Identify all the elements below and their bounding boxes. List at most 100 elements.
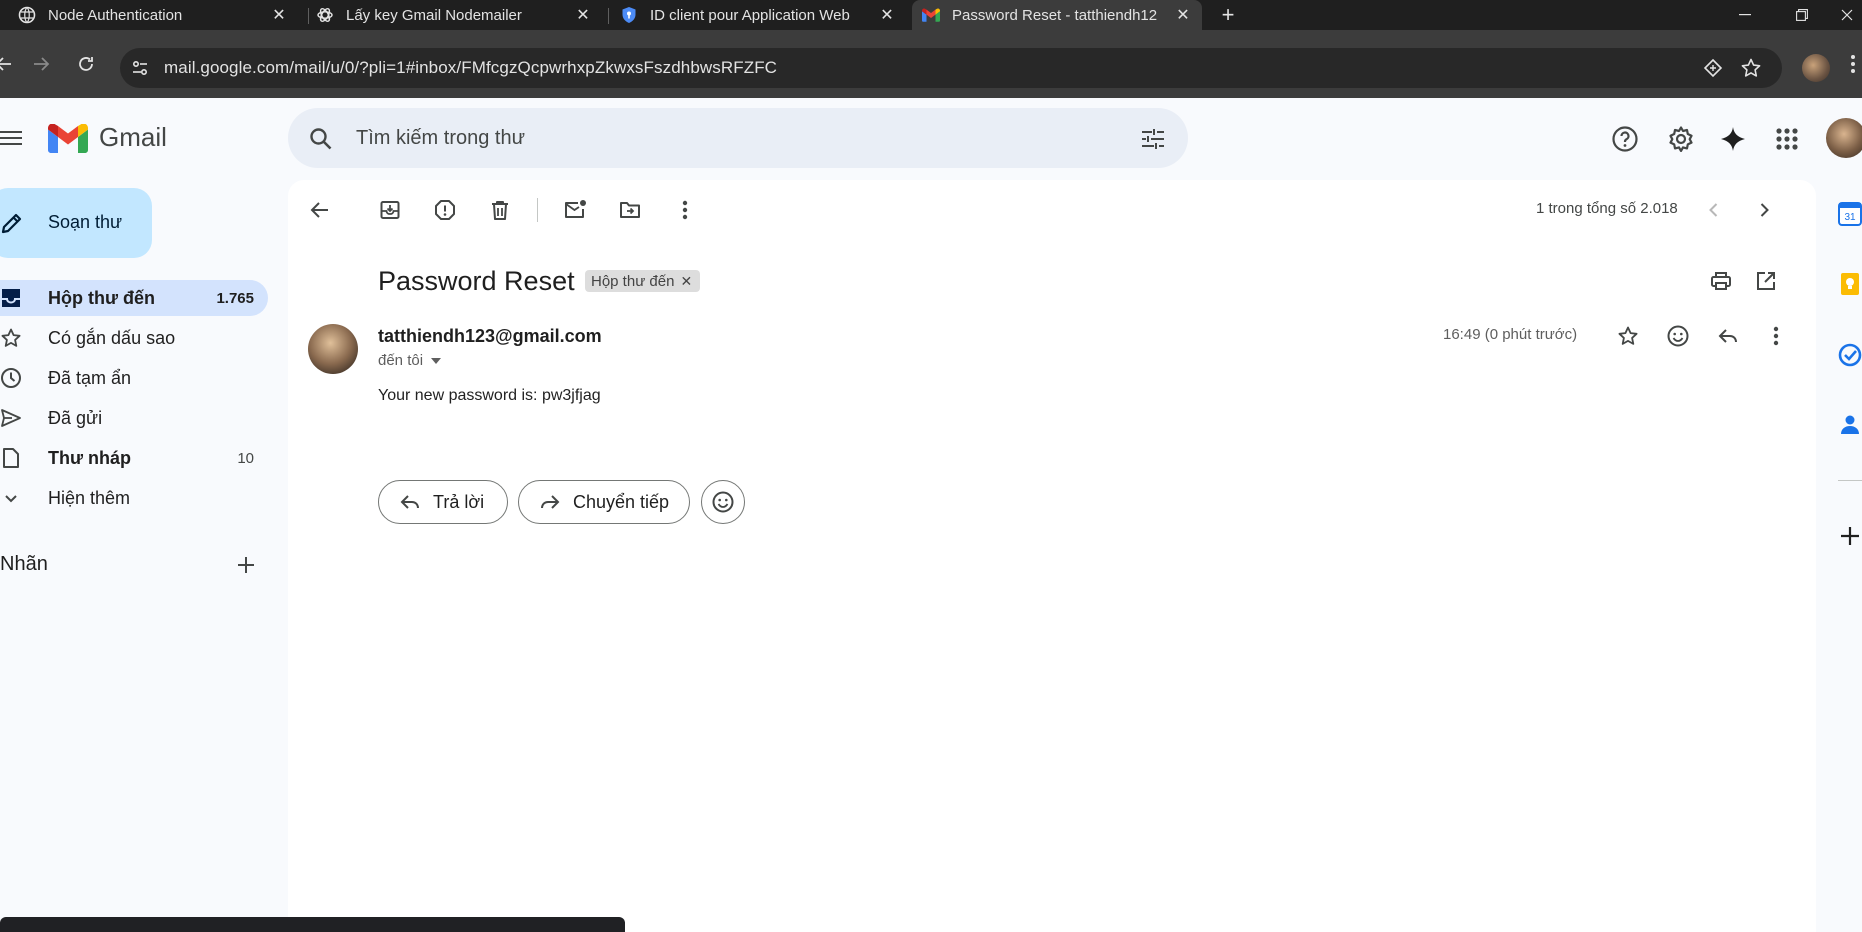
gemini-sparkle-icon[interactable] <box>1718 124 1748 154</box>
close-window-icon[interactable] <box>1832 0 1862 30</box>
keep-notes-icon[interactable] <box>1838 272 1862 296</box>
search-input[interactable] <box>356 108 1056 168</box>
apps-grid-icon[interactable] <box>1772 124 1802 154</box>
star-message-icon[interactable] <box>1615 323 1641 349</box>
open-in-new-window-icon[interactable] <box>1753 268 1779 294</box>
help-icon[interactable] <box>1610 124 1640 154</box>
archive-icon[interactable] <box>377 197 403 223</box>
browser-menu-icon[interactable] <box>1850 54 1862 82</box>
mark-unread-icon[interactable] <box>562 197 588 223</box>
settings-gear-icon[interactable] <box>1666 124 1696 154</box>
browser-profile-avatar[interactable] <box>1802 54 1830 82</box>
gmail-logo[interactable] <box>48 123 88 154</box>
recipient-text: đến tôi <box>378 352 424 369</box>
more-options-icon[interactable] <box>672 197 698 223</box>
move-to-folder-icon[interactable] <box>617 197 643 223</box>
clock-icon <box>0 367 22 389</box>
forward-arrow-icon[interactable] <box>27 50 55 78</box>
translate-icon[interactable] <box>1702 57 1724 79</box>
forward-label: Chuyển tiếp <box>573 491 670 512</box>
site-info-icon[interactable] <box>130 58 150 78</box>
email-subject: Password Reset <box>378 266 575 296</box>
nav-item-starred[interactable]: Có gắn dấu sao <box>0 320 268 356</box>
back-arrow-icon[interactable] <box>0 50 18 78</box>
report-spam-icon[interactable] <box>432 197 458 223</box>
chip-label: Hộp thư đến <box>591 272 675 290</box>
message-panel: 1 trong tổng số 2.018 Password Reset Hộp… <box>288 180 1816 932</box>
nav-item-snoozed[interactable]: Đã tạm ẩn <box>0 360 268 396</box>
reload-icon[interactable] <box>72 50 100 78</box>
bottom-status-bar <box>0 917 625 932</box>
nav-item-more[interactable]: Hiện thêm <box>0 480 268 516</box>
browser-tab-node-authentication[interactable]: Node Authentication ✕ <box>18 0 298 30</box>
new-tab-button[interactable]: + <box>1216 2 1240 27</box>
search-icon[interactable] <box>308 126 334 152</box>
browser-tab-gmail-nodemailer[interactable]: Lấy key Gmail Nodemailer ✕ <box>316 0 602 30</box>
tab-title: Password Reset - tatthiendh123@gmail.com <box>952 6 1157 24</box>
contacts-icon[interactable] <box>1838 412 1862 436</box>
tab-divider <box>608 8 609 24</box>
nav-label: Đã tạm ẩn <box>48 368 132 388</box>
smiley-icon <box>711 490 735 514</box>
tab-title: Node Authentication <box>48 6 183 24</box>
draft-count: 10 <box>237 450 254 467</box>
mail-search-bar[interactable] <box>288 108 1188 168</box>
browser-tab-password-reset[interactable]: Password Reset - tatthiendh123@gmail.com… <box>912 0 1202 30</box>
chevron-down-icon <box>0 487 22 509</box>
delete-trash-icon[interactable] <box>487 197 513 223</box>
older-chevron-right-icon[interactable] <box>1751 197 1777 223</box>
address-bar[interactable]: mail.google.com/mail/u/0/?pli=1#inbox/FM… <box>120 48 1782 88</box>
main-menu-icon[interactable] <box>0 126 24 150</box>
svg-text:31: 31 <box>1844 212 1856 223</box>
compose-button[interactable]: Soạn thư <box>0 188 152 258</box>
forward-button[interactable]: Chuyển tiếp <box>518 480 690 524</box>
browser-toolbar: mail.google.com/mail/u/0/?pli=1#inbox/FM… <box>0 30 1862 98</box>
reply-icon <box>399 491 421 513</box>
reply-button[interactable]: Trả lời <box>378 480 508 524</box>
tab-title: ID client pour Application Web <box>650 6 850 24</box>
caret-down-icon <box>431 357 442 364</box>
print-icon[interactable] <box>1708 268 1734 294</box>
back-to-inbox-icon[interactable] <box>307 197 333 223</box>
sender-email[interactable]: tatthiendh123@gmail.com <box>378 326 602 347</box>
tab-title: Lấy key Gmail Nodemailer <box>346 6 522 24</box>
nav-item-sent[interactable]: Đã gửi <box>0 400 268 436</box>
url-text: mail.google.com/mail/u/0/?pli=1#inbox/FM… <box>164 58 778 77</box>
inbox-icon <box>0 287 22 309</box>
restore-window-icon[interactable] <box>1782 0 1822 30</box>
minimize-window-icon[interactable] <box>1725 0 1765 30</box>
bookmark-star-icon[interactable] <box>1740 57 1762 79</box>
nav-label: Đã gửi <box>48 408 103 428</box>
get-addons-plus-icon[interactable] <box>1838 524 1862 548</box>
emoji-reaction-button[interactable] <box>701 480 745 524</box>
newer-chevron-left-icon[interactable] <box>1701 197 1727 223</box>
gmail-header: Gmail <box>0 98 1862 180</box>
calendar-icon[interactable]: 31 <box>1838 202 1862 226</box>
account-avatar[interactable] <box>1826 118 1862 158</box>
reply-arrow-icon[interactable] <box>1715 323 1741 349</box>
nav-item-drafts[interactable]: Thư nháp 10 <box>0 440 268 476</box>
sender-avatar[interactable] <box>308 324 358 374</box>
tasks-icon[interactable] <box>1838 343 1862 367</box>
close-tab-icon[interactable]: ✕ <box>878 6 896 24</box>
gmail-wordmark: Gmail <box>99 122 167 152</box>
pencil-icon <box>0 211 24 235</box>
nav-item-inbox[interactable]: Hộp thư đến 1.765 <box>0 280 268 316</box>
browser-tab-client-id[interactable]: ID client pour Application Web ✕ <box>620 0 906 30</box>
toolbar-divider <box>537 198 538 222</box>
recipient-details[interactable]: đến tôi <box>378 352 442 369</box>
create-label-plus-icon[interactable] <box>234 553 258 577</box>
browser-tab-strip: Node Authentication ✕ Lấy key Gmail Node… <box>0 0 1862 30</box>
message-more-icon[interactable] <box>1763 323 1789 349</box>
remove-label-icon[interactable]: ✕ <box>680 273 692 290</box>
close-tab-icon[interactable]: ✕ <box>270 6 288 24</box>
openai-icon <box>316 6 334 24</box>
close-tab-icon[interactable]: ✕ <box>1174 6 1192 24</box>
search-options-icon[interactable] <box>1140 126 1166 152</box>
add-reaction-emoji-icon[interactable] <box>1665 323 1691 349</box>
gmail-icon <box>922 6 940 24</box>
inbox-label-chip[interactable]: Hộp thư đến ✕ <box>585 270 701 292</box>
globe-icon <box>18 6 36 24</box>
close-tab-icon[interactable]: ✕ <box>574 6 592 24</box>
star-icon <box>0 327 22 349</box>
